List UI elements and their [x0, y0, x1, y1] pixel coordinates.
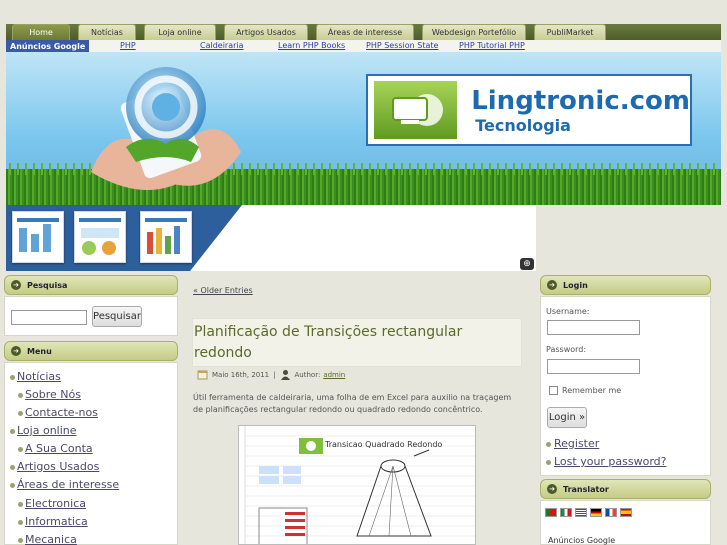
- search-widget-header: ➔ Pesquisa: [4, 275, 178, 295]
- ad-link-caldeiraria[interactable]: Caldeiraria: [200, 41, 244, 50]
- tab-areas-de-interesse[interactable]: Áreas de interesse: [316, 24, 414, 40]
- password-label: Password:: [546, 345, 587, 354]
- login-button[interactable]: Login »: [547, 407, 587, 428]
- gear-monitor-icon: [374, 81, 458, 139]
- site-logo[interactable]: Lingtronic.com Tecnologia: [366, 74, 692, 146]
- ad-link-php-tutorial[interactable]: PHP Tutorial PHP: [459, 41, 525, 50]
- spanish-flag-icon[interactable]: [620, 508, 632, 517]
- lost-password-link[interactable]: Lost your password?: [554, 455, 667, 468]
- italian-flag-icon[interactable]: [560, 508, 572, 517]
- ads-google-label: Anúncios Google: [6, 40, 90, 52]
- arrow-icon: ➔: [547, 280, 557, 290]
- arrow-icon: ➔: [547, 484, 557, 494]
- tab-home[interactable]: Home: [12, 24, 70, 40]
- zoom-icon[interactable]: ⊕: [520, 258, 534, 270]
- post-author-link[interactable]: admin: [323, 371, 345, 379]
- menu-item-sobre-nos[interactable]: Sobre Nós: [25, 388, 81, 401]
- menu-item-informatica[interactable]: Informatica: [25, 515, 88, 528]
- arrow-icon: ➔: [11, 346, 21, 356]
- register-link[interactable]: Register: [554, 437, 599, 450]
- french-flag-icon[interactable]: [605, 508, 617, 517]
- header-banner: Lingtronic.com Tecnologia: [6, 52, 721, 205]
- menu-item-electronica[interactable]: Electronica: [25, 497, 86, 510]
- tab-publimarket[interactable]: PubliMarket: [534, 24, 606, 40]
- remember-me-label: Remember me: [562, 386, 622, 395]
- username-field[interactable]: [547, 320, 640, 335]
- menu-item-noticias[interactable]: Notícias: [17, 370, 61, 383]
- tab-noticias[interactable]: Notícias: [78, 24, 136, 40]
- ad-links-bar: Anúncios Google PHP Caldeiraria Learn PH…: [6, 40, 721, 52]
- logo-title: Lingtronic.com: [471, 85, 690, 116]
- menu-item-a-sua-conta[interactable]: A Sua Conta: [25, 442, 93, 455]
- menu-item-mecanica[interactable]: Mecanica: [25, 533, 77, 545]
- username-label: Username:: [546, 307, 590, 316]
- post-excerpt: Útil ferramenta de caldeiraria, uma folh…: [193, 393, 512, 414]
- german-flag-icon[interactable]: [590, 508, 602, 517]
- meta-separator: |: [273, 370, 276, 379]
- tab-loja-online[interactable]: Loja online: [144, 24, 216, 40]
- remember-me-checkbox[interactable]: [549, 386, 558, 395]
- translator-widget-title: Translator: [563, 484, 609, 494]
- top-navigation: Home Notícias Loja online Artigos Usados…: [6, 24, 721, 40]
- ad-link-php[interactable]: PHP: [120, 41, 136, 50]
- globe-hands-illustration: [91, 67, 241, 190]
- translator-widget-header: ➔ Translator: [540, 479, 711, 499]
- search-input[interactable]: [11, 310, 87, 325]
- ad-link-learn-php-books[interactable]: Learn PHP Books: [278, 41, 345, 50]
- menu-widget-header: ➔ Menu: [4, 341, 178, 361]
- post-title[interactable]: Planificação de Transições rectangular r…: [194, 322, 514, 364]
- post-meta: Maio 16th, 2011 | Author: admin: [197, 369, 345, 380]
- user-icon: [280, 369, 291, 380]
- menu-item-loja-online[interactable]: Loja online: [17, 424, 77, 437]
- post-image-title: Transicao Quadrado Redondo: [325, 440, 443, 449]
- bars-thumbnail: [140, 211, 192, 263]
- thumbnail-strip: [6, 205, 536, 271]
- search-widget-title: Pesquisa: [27, 280, 68, 290]
- tab-webdesign-portefolio[interactable]: Webdesign Portefólio: [422, 24, 526, 40]
- password-field[interactable]: [547, 359, 640, 374]
- login-widget-title: Login: [563, 280, 588, 290]
- login-widget-header: ➔ Login: [540, 275, 711, 295]
- post-date: Maio 16th, 2011: [212, 370, 270, 379]
- dashboard-thumbnail: [74, 211, 126, 263]
- ads-google-footer-label: Anúncios Google: [548, 536, 616, 545]
- chart-thumbnail: [12, 211, 64, 263]
- post-image[interactable]: Transicao Quadrado Redondo: [238, 425, 476, 545]
- portuguese-flag-icon[interactable]: [545, 508, 557, 517]
- menu-item-areas-de-interesse[interactable]: Áreas de interesse: [17, 478, 119, 491]
- search-button[interactable]: Pesquisar: [92, 306, 142, 327]
- arrow-icon: ➔: [11, 280, 21, 290]
- menu-item-artigos-usados[interactable]: Artigos Usados: [17, 460, 99, 473]
- menu-item-contacte-nos[interactable]: Contacte-nos: [25, 406, 98, 419]
- older-entries-link[interactable]: « Older Entries: [193, 286, 253, 295]
- menu-widget-title: Menu: [27, 346, 52, 356]
- post-author-label: Author:: [294, 370, 321, 379]
- calendar-icon: [197, 369, 208, 380]
- us-flag-icon[interactable]: [575, 508, 587, 517]
- logo-subtitle: Tecnologia: [475, 115, 571, 135]
- tab-artigos-usados[interactable]: Artigos Usados: [224, 24, 308, 40]
- ad-link-php-session-state[interactable]: PHP Session State: [366, 41, 438, 50]
